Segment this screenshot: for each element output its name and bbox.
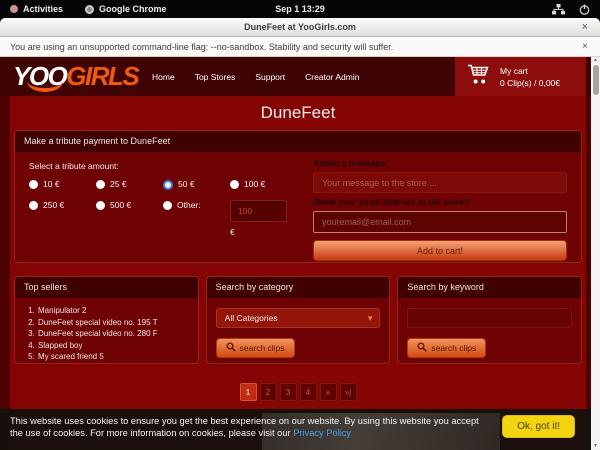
cookie-message: This website uses cookies to ensure you … [10, 415, 485, 439]
radio-icon [163, 201, 172, 210]
tribute-panel-title: Make a tribute payment to DuneFeet [15, 131, 581, 152]
search-category-title: Search by category [207, 277, 390, 298]
category-select-value: All Categories [225, 313, 278, 323]
top-sellers-title: Top sellers [15, 277, 198, 298]
privacy-policy-link[interactable]: Privacy Policy [293, 428, 351, 438]
search-clips-by-keyword-button[interactable]: search clips [407, 338, 486, 358]
page-button-3[interactable]: 3 [280, 383, 297, 401]
amount-option-label: 25 € [110, 179, 127, 189]
amount-option-label: Other: [177, 200, 201, 210]
search-category-panel: Search by category All Categories ▾ [206, 276, 391, 364]
search-keyword-title: Search by keyword [398, 277, 581, 298]
window-title: DuneFeet at YooGirls.com [244, 22, 356, 32]
nav-item-creator-admin[interactable]: Creator Admin [305, 72, 359, 82]
cookie-consent-bar: This website uses cookies to ensure you … [0, 409, 591, 450]
bottom-panels: Top sellers Manipulator 2 DuneFeet speci… [14, 276, 582, 364]
amount-option-100[interactable]: 100 € [230, 179, 297, 190]
page-content: DuneFeet Make a tribute payment to DuneF… [10, 96, 586, 450]
amount-option-other[interactable]: Other: [163, 200, 230, 237]
amount-option-25[interactable]: 25 € [96, 179, 163, 190]
email-input[interactable] [313, 211, 567, 233]
search-clips-by-category-button[interactable]: search clips [216, 338, 295, 358]
message-input[interactable] [313, 172, 567, 193]
scrollbar-thumb[interactable] [593, 65, 599, 95]
site-header: YOOGIRLS Home Top Stores Support Creator… [0, 57, 591, 96]
tribute-panel: Make a tribute payment to DuneFeet Selec… [14, 130, 582, 263]
nav-item-top-stores[interactable]: Top Stores [195, 72, 236, 82]
main-nav: Home Top Stores Support Creator Admin [152, 57, 359, 96]
search-clips-label: search clips [431, 343, 476, 353]
radio-icon [29, 201, 38, 210]
radio-icon [29, 180, 38, 189]
scroll-up-icon[interactable]: ▲ [591, 57, 600, 64]
cookie-accept-button[interactable]: Ok, got it! [502, 415, 575, 438]
message-label: Attach a message: [313, 158, 567, 168]
top-sellers-panel: Top sellers Manipulator 2 DuneFeet speci… [14, 276, 199, 364]
clock[interactable]: Sep 1 13:29 [0, 4, 600, 14]
email-label: Show your email address to the store? [313, 197, 567, 207]
gnome-top-bar: Activities Google Chrome Sep 1 13:29 [0, 0, 600, 18]
browser-viewport: YOOGIRLS Home Top Stores Support Creator… [0, 57, 600, 450]
other-amount-input[interactable] [230, 200, 287, 222]
page-button-4[interactable]: 4 [300, 383, 317, 401]
search-clips-label: search clips [240, 343, 285, 353]
power-icon[interactable] [579, 4, 590, 15]
page-button-next[interactable]: » [320, 383, 337, 401]
amount-label: Select a tribute amount: [29, 161, 301, 171]
nav-item-home[interactable]: Home [152, 72, 175, 82]
amount-options: 10 € 25 € 50 € [29, 179, 301, 237]
warning-close-button[interactable]: × [582, 41, 588, 52]
amount-option-label: 50 € [178, 179, 195, 189]
chrome-warning-bar: You are using an unsupported command-lin… [0, 37, 600, 57]
page-button-last[interactable]: »| [340, 383, 357, 401]
amount-option-label: 250 € [43, 200, 64, 210]
search-keyword-panel: Search by keyword search clips [397, 276, 582, 364]
desktop: Activities Google Chrome Sep 1 13:29 [0, 0, 600, 450]
pagination: 1 2 3 4 » »| [10, 383, 586, 401]
amount-option-label: 100 € [244, 179, 265, 189]
nav-item-support[interactable]: Support [255, 72, 285, 82]
warning-text: You are using an unsupported command-lin… [10, 42, 393, 52]
top-seller-item[interactable]: My scared friend 5 [37, 351, 189, 363]
add-to-cart-button[interactable]: Add to cart! [313, 240, 567, 261]
category-select[interactable]: All Categories ▾ [216, 308, 381, 328]
vertical-scrollbar[interactable]: ▲ ▼ [591, 57, 600, 450]
amount-option-10[interactable]: 10 € [29, 179, 96, 190]
amount-option-250[interactable]: 250 € [29, 200, 96, 237]
window-close-button[interactable]: × [582, 21, 588, 33]
cart-title: My cart [500, 65, 560, 77]
page-button-1[interactable]: 1 [240, 383, 257, 401]
page-title: DuneFeet [10, 96, 586, 127]
top-seller-item[interactable]: DuneFeet special video no. 280 F [37, 328, 189, 340]
cookie-text-line1: This website uses cookies to ensure you … [10, 416, 449, 426]
top-sellers-list: Manipulator 2 DuneFeet special video no.… [37, 305, 189, 363]
amount-option-label: 500 € [110, 200, 131, 210]
radio-icon [230, 180, 239, 189]
amount-option-500[interactable]: 500 € [96, 200, 163, 237]
scroll-down-icon[interactable]: ▼ [591, 443, 600, 450]
currency-label: € [230, 227, 297, 237]
window-titlebar[interactable]: DuneFeet at YooGirls.com × [0, 18, 600, 37]
radio-icon [96, 201, 105, 210]
search-icon [417, 342, 427, 354]
page-button-2[interactable]: 2 [260, 383, 277, 401]
keyword-input[interactable] [407, 308, 572, 328]
search-icon [226, 342, 236, 354]
top-seller-item[interactable]: Manipulator 2 [37, 305, 189, 317]
cart-icon [455, 63, 491, 91]
cart-summary: 0 Clip(s) / 0,00€ [500, 77, 560, 89]
amount-option-label: 10 € [43, 179, 60, 189]
amount-option-50-selected[interactable]: 50 € [163, 179, 230, 190]
cart-widget[interactable]: My cart 0 Clip(s) / 0,00€ [455, 57, 586, 96]
radio-checked-icon [163, 180, 173, 190]
chevron-down-icon: ▾ [368, 309, 373, 327]
radio-icon [96, 180, 105, 189]
top-seller-item[interactable]: Slapped boy [37, 340, 189, 352]
network-icon[interactable] [552, 4, 565, 15]
logo-part-2: GIRLS [66, 61, 138, 91]
top-seller-item[interactable]: DuneFeet special video no. 195 T [37, 317, 189, 329]
